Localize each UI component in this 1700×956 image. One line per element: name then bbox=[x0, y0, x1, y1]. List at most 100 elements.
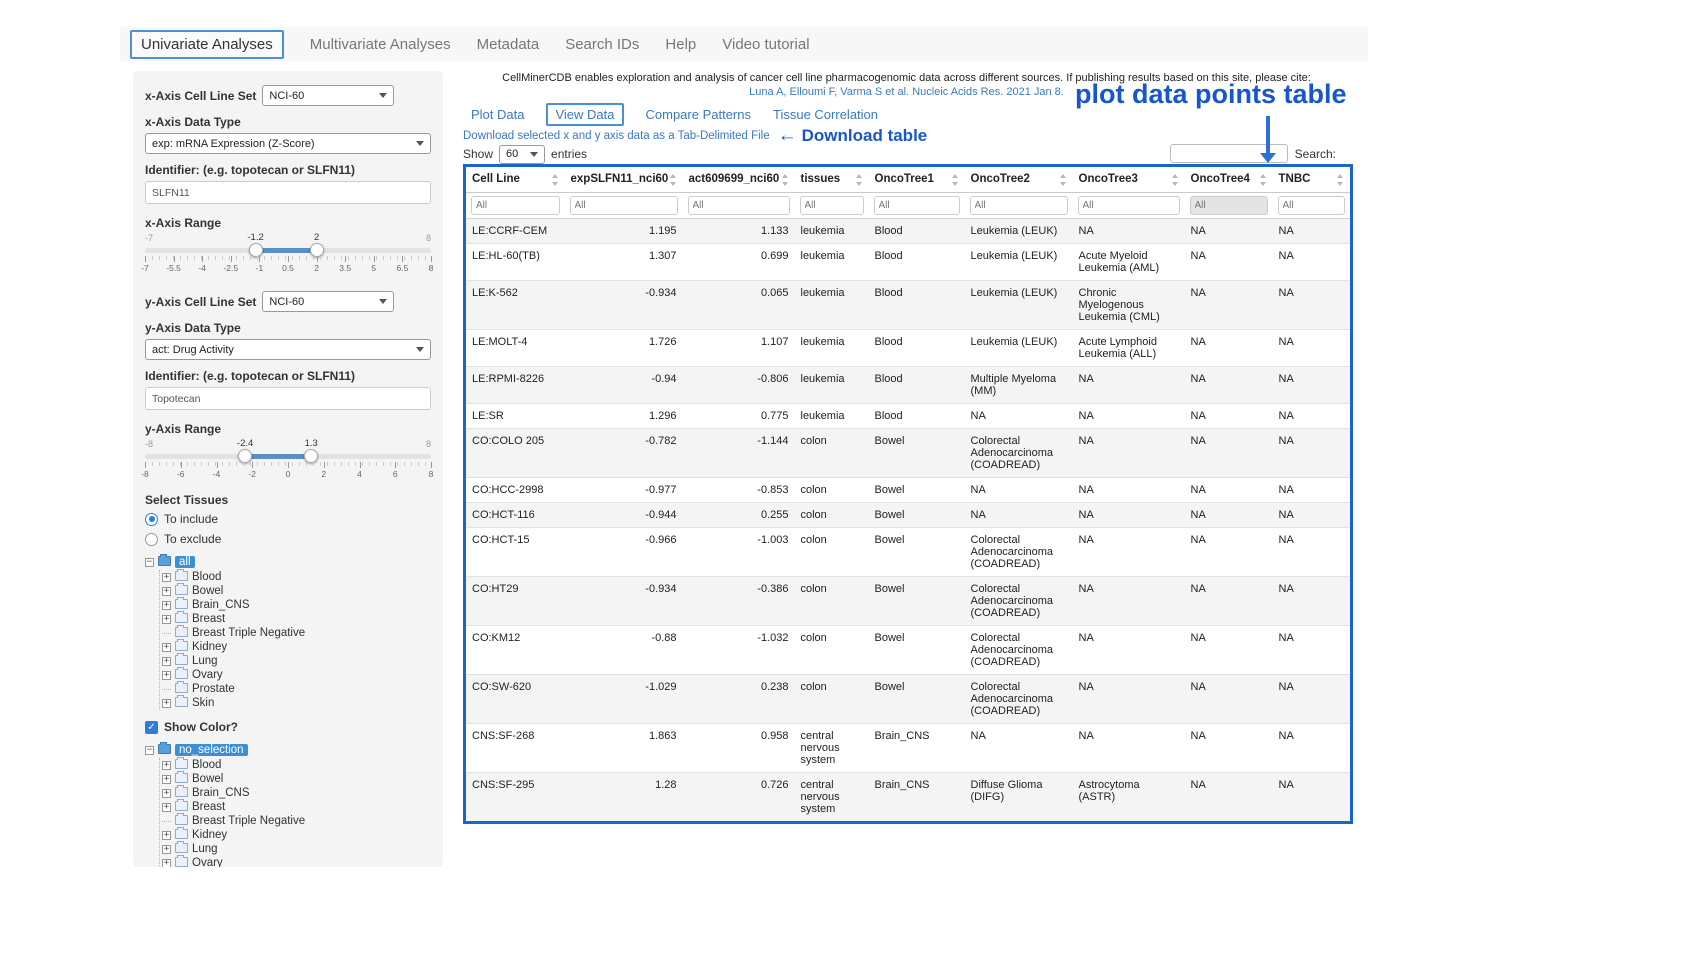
tab-view-data[interactable]: View Data bbox=[546, 103, 623, 126]
nav-item-video-tutorial[interactable]: Video tutorial bbox=[722, 36, 809, 53]
table-row[interactable]: CNS:SF-2681.8630.958central nervous syst… bbox=[465, 724, 1352, 773]
range-handle-to[interactable] bbox=[310, 243, 324, 257]
x-cell-line-set-select[interactable]: NCI-60 bbox=[262, 85, 394, 106]
expand-icon[interactable]: + bbox=[162, 789, 171, 798]
table-row[interactable]: CO:HT29-0.934-0.386colonBowelColorectal … bbox=[465, 577, 1352, 626]
tab-plot-data[interactable]: Plot Data bbox=[471, 107, 524, 122]
col-header-cell-line[interactable]: Cell Line bbox=[465, 166, 565, 193]
entries-select[interactable]: 60 bbox=[499, 145, 545, 164]
tree-node-prostate[interactable]: Prostate bbox=[160, 682, 431, 696]
expand-icon[interactable]: + bbox=[162, 615, 171, 624]
tree-node-kidney[interactable]: +Kidney bbox=[160, 640, 431, 654]
col-header-oncotree2[interactable]: OncoTree2 bbox=[965, 166, 1073, 193]
table-row[interactable]: CO:HCC-2998-0.977-0.853colonBowelNANANAN… bbox=[465, 478, 1352, 503]
tree-node-no-selection[interactable]: no_selection bbox=[175, 744, 248, 756]
x-identifier-input[interactable] bbox=[145, 181, 431, 204]
y-identifier-input[interactable] bbox=[145, 387, 431, 410]
nav-item-multivariate-analyses[interactable]: Multivariate Analyses bbox=[310, 36, 451, 53]
nav-item-metadata[interactable]: Metadata bbox=[477, 36, 540, 53]
y-range-slider[interactable]: -88-2.41.3-8-6-4-202468 bbox=[145, 439, 431, 483]
expand-icon[interactable]: + bbox=[162, 601, 171, 610]
expand-icon[interactable]: + bbox=[162, 761, 171, 770]
tree-node-blood[interactable]: +Blood bbox=[160, 570, 431, 584]
table-row[interactable]: LE:K-562-0.9340.065leukemiaBloodLeukemia… bbox=[465, 281, 1352, 330]
tree-node-breast-triple-negative[interactable]: Breast Triple Negative bbox=[160, 626, 431, 640]
filter-input-oncotree3[interactable] bbox=[1078, 196, 1180, 215]
collapse-icon[interactable]: − bbox=[145, 558, 154, 567]
radio-to-exclude[interactable]: To exclude bbox=[145, 531, 431, 547]
filter-input-act609699-nci60[interactable] bbox=[688, 196, 790, 215]
tree-node-brain-cns[interactable]: +Brain_CNS bbox=[160, 598, 431, 612]
col-header-act609699-nci60[interactable]: act609699_nci60 bbox=[683, 166, 795, 193]
filter-input-tnbc[interactable] bbox=[1278, 196, 1346, 215]
col-header-tnbc[interactable]: TNBC bbox=[1273, 166, 1352, 193]
col-header-expslfn11-nci60[interactable]: expSLFN11_nci60 bbox=[565, 166, 683, 193]
filter-input-expslfn11-nci60[interactable] bbox=[570, 196, 678, 215]
table-row[interactable]: CNS:SF-2951.280.726central nervous syste… bbox=[465, 773, 1352, 823]
filter-input-oncotree2[interactable] bbox=[970, 196, 1068, 215]
expand-icon[interactable]: + bbox=[162, 643, 171, 652]
tree-node-kidney[interactable]: +Kidney bbox=[160, 828, 431, 842]
range-handle-to[interactable] bbox=[304, 449, 318, 463]
nav-item-univariate-analyses[interactable]: Univariate Analyses bbox=[130, 30, 284, 59]
table-row[interactable]: LE:HL-60(TB)1.3070.699leukemiaBloodLeuke… bbox=[465, 244, 1352, 281]
range-handle-from[interactable] bbox=[249, 243, 263, 257]
download-link[interactable]: Download selected x and y axis data as a… bbox=[463, 130, 770, 142]
expand-icon[interactable]: + bbox=[162, 699, 171, 708]
nav-item-help[interactable]: Help bbox=[665, 36, 696, 53]
expand-icon[interactable]: + bbox=[162, 803, 171, 812]
col-header-oncotree1[interactable]: OncoTree1 bbox=[869, 166, 965, 193]
tree-node-ovary[interactable]: +Ovary bbox=[160, 668, 431, 682]
filter-input-oncotree4[interactable] bbox=[1190, 196, 1268, 215]
folder-icon bbox=[175, 759, 188, 769]
tree-node-brain-cns[interactable]: +Brain_CNS bbox=[160, 786, 431, 800]
table-row[interactable]: CO:HCT-116-0.9440.255colonBowelNANANANA bbox=[465, 503, 1352, 528]
tree-node-ovary[interactable]: +Ovary bbox=[160, 856, 431, 867]
table-row[interactable]: CO:SW-620-1.0290.238colonBowelColorectal… bbox=[465, 675, 1352, 724]
y-cell-line-set-select[interactable]: NCI-60 bbox=[262, 291, 394, 312]
tree-node-breast[interactable]: +Breast bbox=[160, 612, 431, 626]
expand-icon[interactable]: + bbox=[162, 573, 171, 582]
expand-icon[interactable]: + bbox=[162, 671, 171, 680]
expand-icon[interactable]: + bbox=[162, 587, 171, 596]
table-row[interactable]: CO:KM12-0.88-1.032colonBowelColorectal A… bbox=[465, 626, 1352, 675]
expand-icon[interactable]: + bbox=[162, 859, 171, 868]
y-data-type-select[interactable]: act: Drug Activity bbox=[145, 339, 431, 360]
table-row[interactable]: LE:SR1.2960.775leukemiaBloodNANANANA bbox=[465, 404, 1352, 429]
x-data-type-select[interactable]: exp: mRNA Expression (Z-Score) bbox=[145, 133, 431, 154]
tree-node-all[interactable]: all bbox=[175, 556, 195, 568]
leaf-connector-icon bbox=[162, 817, 171, 826]
show-color-checkbox[interactable]: ✓ Show Color? bbox=[145, 719, 431, 735]
table-row[interactable]: LE:CCRF-CEM1.1951.133leukemiaBloodLeukem… bbox=[465, 219, 1352, 244]
expand-icon[interactable]: + bbox=[162, 657, 171, 666]
tree-node-bowel[interactable]: +Bowel bbox=[160, 584, 431, 598]
col-header-oncotree3[interactable]: OncoTree3 bbox=[1073, 166, 1185, 193]
expand-icon[interactable]: + bbox=[162, 775, 171, 784]
tab-compare-patterns[interactable]: Compare Patterns bbox=[646, 107, 752, 122]
filter-input-oncotree1[interactable] bbox=[874, 196, 960, 215]
tree-node-lung[interactable]: +Lung bbox=[160, 654, 431, 668]
tree-node-skin[interactable]: +Skin bbox=[160, 696, 431, 710]
table-row[interactable]: CO:COLO 205-0.782-1.144colonBowelColorec… bbox=[465, 429, 1352, 478]
expand-icon[interactable]: + bbox=[162, 831, 171, 840]
table-row[interactable]: LE:RPMI-8226-0.94-0.806leukemiaBloodMult… bbox=[465, 367, 1352, 404]
tree-node-breast[interactable]: +Breast bbox=[160, 800, 431, 814]
filter-input-cell-line[interactable] bbox=[471, 196, 560, 215]
range-handle-from[interactable] bbox=[238, 449, 252, 463]
tree-node-blood[interactable]: +Blood bbox=[160, 758, 431, 772]
x-range-slider[interactable]: -78-1.22-7-5.5-4-2.5-10.523.556.58 bbox=[145, 233, 431, 277]
tree-node-breast-triple-negative[interactable]: Breast Triple Negative bbox=[160, 814, 431, 828]
filter-input-tissues[interactable] bbox=[800, 196, 864, 215]
nav-item-search-ids[interactable]: Search IDs bbox=[565, 36, 639, 53]
col-header-tissues[interactable]: tissues bbox=[795, 166, 869, 193]
folder-icon bbox=[175, 843, 188, 853]
tab-tissue-correlation[interactable]: Tissue Correlation bbox=[773, 107, 878, 122]
table-row[interactable]: CO:HCT-15-0.966-1.003colonBowelColorecta… bbox=[465, 528, 1352, 577]
collapse-icon[interactable]: − bbox=[145, 746, 154, 755]
radio-to-include[interactable]: To include bbox=[145, 511, 431, 527]
table-row[interactable]: LE:MOLT-41.7261.107leukemiaBloodLeukemia… bbox=[465, 330, 1352, 367]
expand-icon[interactable]: + bbox=[162, 845, 171, 854]
tree-node-bowel[interactable]: +Bowel bbox=[160, 772, 431, 786]
tree-node-lung[interactable]: +Lung bbox=[160, 842, 431, 856]
col-header-oncotree4[interactable]: OncoTree4 bbox=[1185, 166, 1273, 193]
